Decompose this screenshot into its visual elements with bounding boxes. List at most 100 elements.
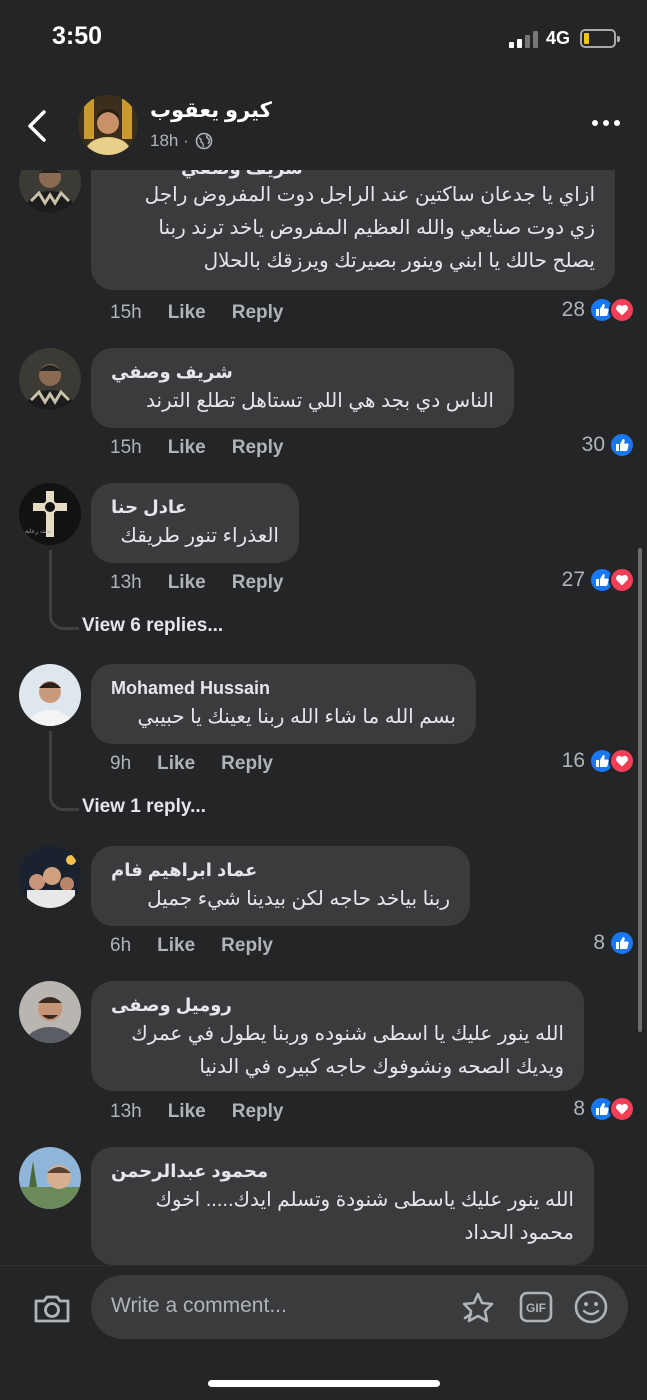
more-options-icon[interactable] <box>592 120 620 126</box>
reaction-count: 16 <box>561 749 585 772</box>
reply-thread-line <box>49 731 79 811</box>
commenter-avatar[interactable] <box>19 1147 81 1209</box>
reply-thread-line <box>49 550 79 630</box>
love-reaction-icon <box>609 748 635 774</box>
reply-button[interactable]: Reply <box>232 302 284 324</box>
svg-text:تحت رعاية: تحت رعاية <box>25 528 52 535</box>
comment-author[interactable]: Mohamed Hussain <box>111 678 456 699</box>
comment-author[interactable]: عادل حنا <box>111 497 279 518</box>
commenter-avatar[interactable] <box>19 981 81 1043</box>
reaction-summary[interactable]: 8 <box>593 930 635 956</box>
emoji-icon[interactable] <box>572 1288 610 1326</box>
like-reaction-icon <box>609 432 635 458</box>
comment-time: 15h <box>110 302 142 323</box>
comment-author[interactable]: عماد ابراهيم فام <box>111 860 450 881</box>
comment-text-line: زي دوت صنايعي والله العظيم المفروض ياخد … <box>158 217 595 239</box>
comment-time: 13h <box>110 1101 142 1122</box>
like-button[interactable]: Like <box>168 302 206 324</box>
comment-bubble[interactable]: محمود عبدالرحمن الله ينور عليك ياسطى شنو… <box>91 1147 594 1265</box>
comments-list: شريف وصفي ازاي يا جدعان ساكتين عند الراج… <box>0 170 647 1265</box>
reaction-summary[interactable]: 28 <box>562 297 635 323</box>
reply-button[interactable]: Reply <box>221 753 273 775</box>
scrollbar[interactable] <box>638 548 642 1032</box>
view-replies-link[interactable]: View 1 reply... <box>82 796 206 818</box>
comment-time: 9h <box>110 753 132 774</box>
camera-icon[interactable] <box>32 1288 72 1328</box>
commenter-avatar[interactable] <box>19 170 81 213</box>
comment-text-line: العذراء تنور طريقك <box>120 525 279 547</box>
comment-author[interactable]: محمود عبدالرحمن <box>111 1161 574 1182</box>
back-arrow-icon[interactable] <box>24 108 52 144</box>
comment-bubble[interactable]: عماد ابراهيم فام ربنا بياخد حاجه لكن بيد… <box>91 846 470 926</box>
commenter-avatar[interactable] <box>19 664 81 726</box>
love-reaction-icon <box>609 297 635 323</box>
like-button[interactable]: Like <box>168 572 206 594</box>
comment-bubble[interactable]: شريف وصفي الناس دي بجد هي اللي تستاهل تط… <box>91 348 514 428</box>
reaction-summary[interactable]: 30 <box>582 432 635 458</box>
reaction-summary[interactable]: 27 <box>562 567 635 593</box>
comment-actions: 15h Like Reply <box>110 302 283 324</box>
battery-icon <box>580 29 620 48</box>
comment-text-line: ازاي يا جدعان ساكتين عند الراجل دوت المف… <box>144 184 595 206</box>
view-replies-link[interactable]: View 6 replies... <box>82 615 223 637</box>
reaction-summary[interactable]: 8 <box>573 1096 635 1122</box>
commenter-avatar[interactable]: تحت رعاية <box>19 483 81 545</box>
comment-actions: 15h Like Reply <box>110 437 283 459</box>
comment-bubble[interactable]: روميل وصفى الله ينور عليك يا اسطى شنوده … <box>91 981 584 1091</box>
like-button[interactable]: Like <box>168 437 206 459</box>
gif-icon[interactable]: GIF <box>517 1288 555 1326</box>
sticker-icon[interactable] <box>459 1288 497 1326</box>
comment-text-line: يصلح حالك يا ابني وينور بصيرتك ويرزقك با… <box>203 250 595 272</box>
like-button[interactable]: Like <box>157 935 195 957</box>
comment-text-line: الله ينور عليك يا اسطى شنوده وربنا يطول … <box>131 1023 564 1045</box>
comment-actions: 6h Like Reply <box>110 935 273 957</box>
home-indicator[interactable] <box>208 1380 440 1387</box>
comment-text-line: ويديك الصحه ونشوفوك حاجه كبيره في الدنيا <box>199 1056 564 1078</box>
comment-input[interactable]: Write a comment... GIF <box>91 1275 628 1339</box>
comment-composer: Write a comment... GIF <box>0 1265 647 1400</box>
commenter-avatar[interactable] <box>19 846 81 908</box>
comment-text-line: الله ينور عليك ياسطى شنودة وتسلم ايدك...… <box>155 1189 574 1211</box>
like-button[interactable]: Like <box>168 1101 206 1123</box>
like-reaction-icon <box>609 930 635 956</box>
reaction-count: 8 <box>593 931 605 954</box>
reaction-count: 28 <box>561 298 585 321</box>
network-type: 4G <box>546 28 571 48</box>
post-author-avatar[interactable] <box>78 95 138 155</box>
comment-bubble[interactable]: عادل حنا العذراء تنور طريقك <box>91 483 299 563</box>
post-author-name[interactable]: كيرو يعقوب <box>150 98 272 123</box>
love-reaction-icon <box>609 567 635 593</box>
comment-text-line: ربنا بياخد حاجه لكن بيدينا شيء جميل <box>147 888 450 910</box>
comment-time: 13h <box>110 572 142 593</box>
comment-author[interactable]: شريف وصفي <box>111 362 494 383</box>
reaction-count: 30 <box>581 433 605 456</box>
reply-button[interactable]: Reply <box>232 572 284 594</box>
comment-time: 15h <box>110 437 142 458</box>
status-bar: 3:50 4G <box>0 0 647 80</box>
reply-button[interactable]: Reply <box>232 437 284 459</box>
comment-text-line: الناس دي بجد هي اللي تستاهل تطلع الترند <box>145 390 494 412</box>
post-header: كيرو يعقوب 18h · <box>0 80 647 170</box>
status-time: 3:50 <box>52 22 103 50</box>
svg-text:GIF: GIF <box>526 1301 546 1315</box>
post-meta: 18h · <box>150 131 213 151</box>
reaction-summary[interactable]: 16 <box>562 748 635 774</box>
post-age: 18h · <box>150 131 189 150</box>
comment-text-line: محمود الحداد <box>464 1222 574 1244</box>
comment-actions: 13h Like Reply <box>110 1101 283 1123</box>
commenter-avatar[interactable] <box>19 348 81 410</box>
comment-time: 6h <box>110 935 132 956</box>
comment-bubble[interactable]: Mohamed Hussain بسم الله ما شاء الله ربن… <box>91 664 476 744</box>
comment-author[interactable]: شريف وصفي <box>181 170 595 179</box>
love-reaction-icon <box>609 1096 635 1122</box>
signal-icon <box>509 30 541 48</box>
comment-text-line: بسم الله ما شاء الله ربنا يعينك يا حبيبي <box>137 706 456 728</box>
reply-button[interactable]: Reply <box>221 935 273 957</box>
like-button[interactable]: Like <box>157 753 195 775</box>
reaction-count: 27 <box>561 568 585 591</box>
globe-icon <box>195 132 213 150</box>
comment-placeholder: Write a comment... <box>111 1294 287 1317</box>
reply-button[interactable]: Reply <box>232 1101 284 1123</box>
comment-bubble[interactable]: شريف وصفي ازاي يا جدعان ساكتين عند الراج… <box>91 170 615 290</box>
comment-author[interactable]: روميل وصفى <box>111 995 564 1016</box>
